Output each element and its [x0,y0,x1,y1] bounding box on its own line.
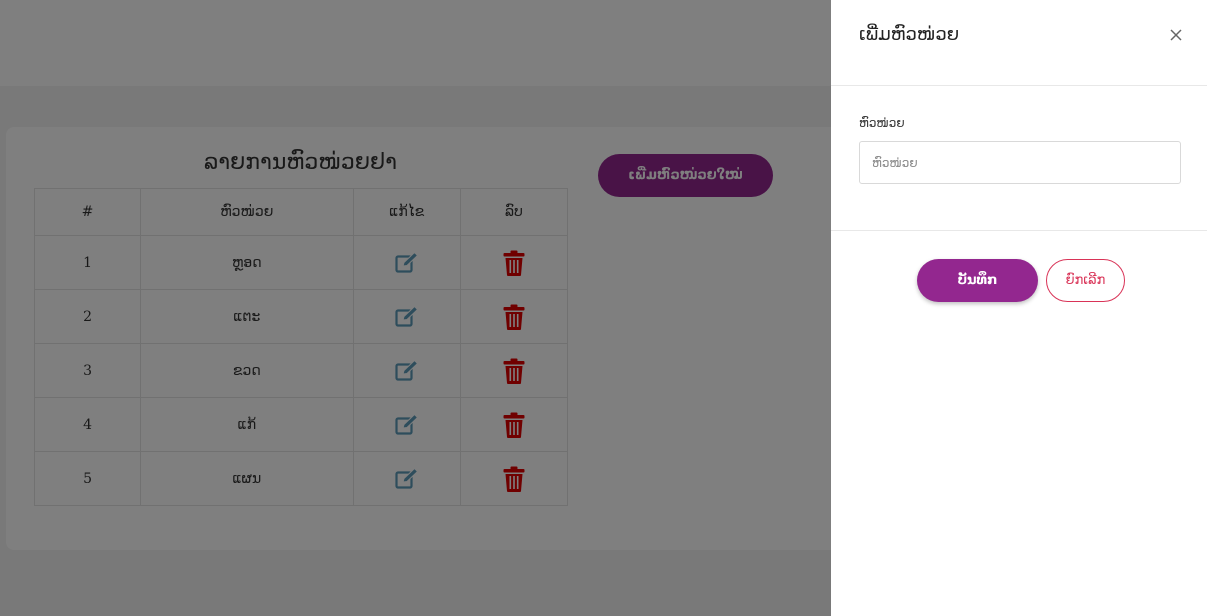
unit-input[interactable] [859,141,1181,184]
save-button[interactable]: ບັນທຶກ [917,259,1038,302]
drawer-footer-divider [831,230,1207,231]
cancel-button[interactable]: ຍົກເລີກ [1046,259,1125,302]
close-icon[interactable] [1168,27,1184,43]
drawer-header-divider [831,85,1207,86]
add-unit-drawer: ເພີ່ມຫົວໜ່ວຍ ຫົວໜ່ວຍ ບັນທຶກ ຍົກເລີກ [831,0,1207,616]
unit-field-label: ຫົວໜ່ວຍ [859,116,905,130]
drawer-title: ເພີ່ມຫົວໜ່ວຍ [859,24,960,45]
